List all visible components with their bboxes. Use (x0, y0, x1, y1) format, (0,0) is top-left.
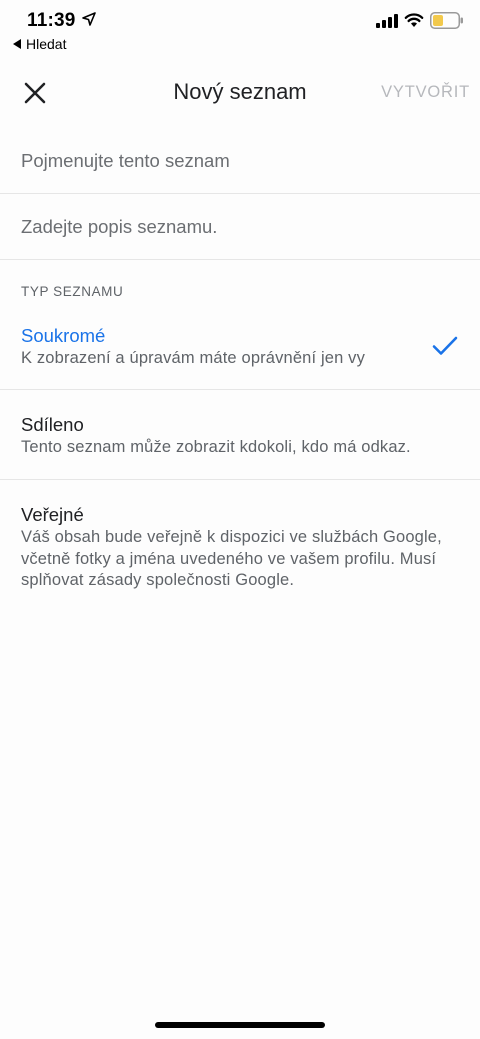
back-app-label: Hledat (26, 36, 67, 52)
option-public-title: Veřejné (21, 504, 84, 525)
description-field-row (0, 194, 480, 260)
option-private-title: Soukromé (21, 325, 106, 346)
home-indicator[interactable] (155, 1022, 325, 1028)
status-time: 11:39 (27, 10, 76, 31)
signal-icon (376, 14, 398, 28)
back-triangle-icon (13, 39, 21, 49)
create-button[interactable]: VYTVOŘIT (381, 83, 470, 102)
option-shared-title: Sdíleno (21, 414, 84, 435)
close-icon (24, 82, 46, 104)
option-private-description: K zobrazení a úpravám máte oprávnění jen… (21, 349, 365, 367)
wifi-icon (404, 13, 424, 27)
list-type-header: TYP SEZNAMU (21, 284, 124, 299)
close-button[interactable] (18, 76, 52, 110)
app-bar: Nový seznam VYTVOŘIT (0, 64, 480, 120)
option-shared-description: Tento seznam může zobrazit kdokoli, kdo … (21, 438, 411, 456)
status-bar: 11:39 Hledat (0, 0, 480, 56)
battery-icon (430, 12, 463, 29)
option-public-description: Váš obsah bude veřejně k dispozici ve sl… (21, 528, 442, 589)
name-field-row (0, 128, 480, 194)
divider (0, 389, 480, 390)
option-shared[interactable]: Sdíleno Tento seznam může zobrazit kdoko… (0, 404, 480, 478)
list-name-input[interactable] (21, 128, 461, 194)
back-to-app-link[interactable]: Hledat (13, 36, 66, 52)
check-icon (432, 336, 458, 355)
divider (0, 479, 480, 480)
option-public[interactable]: Veřejné Váš obsah bude veřejně k dispozi… (0, 494, 480, 604)
location-arrow-icon (82, 12, 96, 26)
option-private[interactable]: Soukromé K zobrazení a úpravám máte oprá… (0, 315, 480, 389)
list-description-input[interactable] (21, 194, 461, 260)
